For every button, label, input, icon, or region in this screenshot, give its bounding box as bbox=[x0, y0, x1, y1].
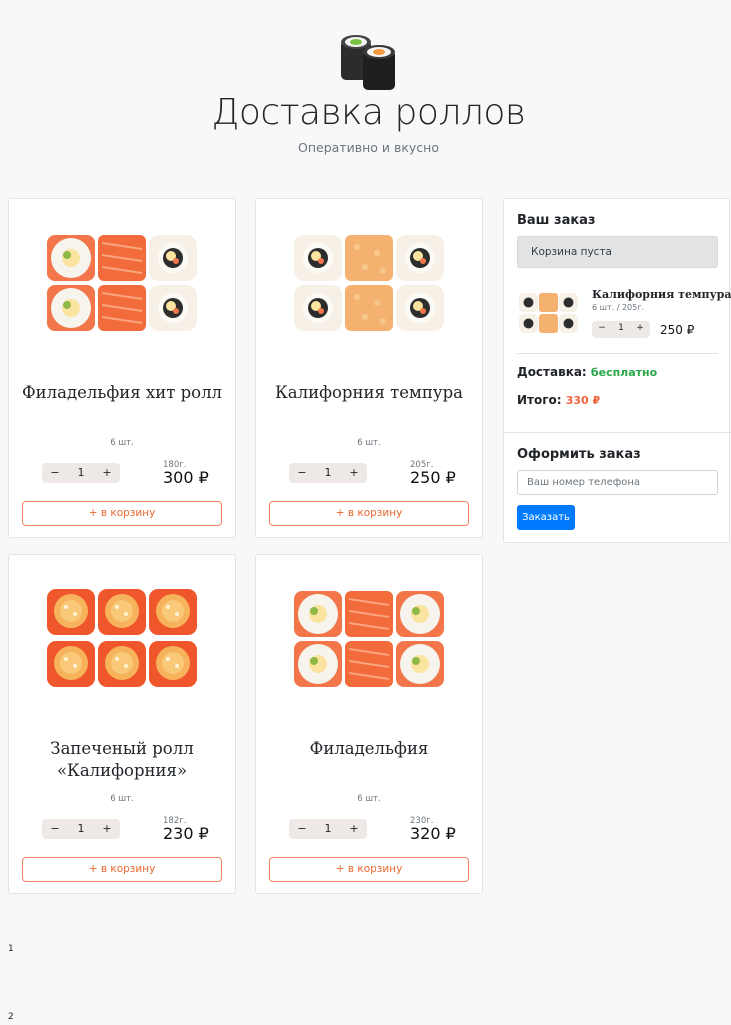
quantity-value: 1 bbox=[618, 323, 624, 333]
product-price: 230 ₽ bbox=[163, 824, 209, 843]
increment-button[interactable]: + bbox=[100, 466, 114, 479]
product-title-line2: «Калифорния» bbox=[56, 761, 188, 780]
quantity-value: 1 bbox=[324, 822, 332, 835]
phone-input[interactable]: Ваш номер телефона bbox=[517, 470, 718, 495]
product-card: Филадельфия хит ролл 6 шт. − 1 + 180г. 3… bbox=[8, 198, 236, 538]
product-pieces: 6 шт. bbox=[357, 438, 381, 448]
increment-button[interactable]: + bbox=[635, 323, 645, 333]
total-row: Итого: 330 ₽ bbox=[517, 393, 600, 407]
page-number: 1 bbox=[8, 944, 14, 954]
quantity-value: 1 bbox=[77, 466, 85, 479]
increment-button[interactable]: + bbox=[100, 822, 114, 835]
decrement-button[interactable]: − bbox=[295, 822, 309, 835]
checkout-heading: Оформить заказ bbox=[517, 447, 641, 462]
cart-item-image bbox=[519, 293, 578, 333]
cart-item-price: 250 ₽ bbox=[660, 323, 695, 337]
add-to-cart-button[interactable]: + в корзину bbox=[22, 501, 222, 526]
product-card: Запеченый ролл «Калифорния» 6 шт. − 1 + … bbox=[8, 554, 236, 894]
page-subtitle: Оперативно и вкусно bbox=[298, 140, 439, 155]
product-pieces: 6 шт. bbox=[110, 438, 134, 448]
increment-button[interactable]: + bbox=[347, 822, 361, 835]
delivery-value: бесплатно bbox=[590, 366, 658, 379]
philadelphia-image bbox=[294, 590, 444, 688]
add-to-cart-button[interactable]: + в корзину bbox=[22, 857, 222, 882]
page-number: 2 bbox=[8, 1012, 14, 1022]
cart-heading: Ваш заказ bbox=[517, 213, 596, 228]
product-pieces: 6 шт. bbox=[110, 794, 134, 804]
product-card: Калифорния темпура 6 шт. − 1 + 205г. 250… bbox=[255, 198, 483, 538]
product-title: Запеченый ролл bbox=[50, 739, 194, 758]
divider bbox=[517, 353, 718, 354]
product-title: Филадельфия bbox=[309, 739, 429, 758]
increment-button[interactable]: + bbox=[347, 466, 361, 479]
product-pieces: 6 шт. bbox=[357, 794, 381, 804]
total-label: Итого: bbox=[517, 393, 562, 407]
add-to-cart-button[interactable]: + в корзину bbox=[269, 501, 469, 526]
cart-empty-alert: Корзина пуста bbox=[517, 236, 718, 268]
total-value: 330 ₽ bbox=[565, 394, 601, 407]
product-price: 320 ₽ bbox=[410, 824, 456, 843]
quantity-stepper: − 1 + bbox=[42, 463, 120, 483]
cart-panel: Ваш заказ Корзина пуста Калифорния темпу… bbox=[503, 198, 731, 543]
add-to-cart-button[interactable]: + в корзину bbox=[269, 857, 469, 882]
page-title: Доставка роллов bbox=[211, 92, 526, 133]
product-title: Филадельфия хит ролл bbox=[21, 383, 223, 402]
decrement-button[interactable]: − bbox=[48, 466, 62, 479]
delivery-row: Доставка: бесплатно bbox=[517, 365, 657, 379]
quantity-stepper: − 1 + bbox=[42, 819, 120, 839]
baked-california-roll-image bbox=[47, 589, 197, 687]
quantity-value: 1 bbox=[77, 822, 85, 835]
sushi-rolls-logo-icon bbox=[341, 35, 395, 90]
cart-item-meta: 6 шт. / 205г. bbox=[592, 303, 644, 312]
divider bbox=[504, 432, 731, 433]
decrement-button[interactable]: − bbox=[295, 466, 309, 479]
cart-quantity-stepper: − 1 + bbox=[592, 321, 650, 338]
philadelphia-hit-roll-image bbox=[47, 234, 197, 332]
product-title: Калифорния темпура bbox=[275, 383, 463, 402]
quantity-stepper: − 1 + bbox=[289, 819, 367, 839]
product-card: Филадельфия 6 шт. − 1 + 230г. 320 ₽ + в … bbox=[255, 554, 483, 894]
submit-order-button[interactable]: Заказать bbox=[517, 505, 575, 530]
decrement-button[interactable]: − bbox=[597, 323, 607, 333]
california-tempura-image bbox=[294, 235, 444, 331]
quantity-value: 1 bbox=[324, 466, 332, 479]
product-price: 250 ₽ bbox=[410, 468, 456, 487]
quantity-stepper: − 1 + bbox=[289, 463, 367, 483]
product-price: 300 ₽ bbox=[163, 468, 209, 487]
cart-item-title: Калифорния темпура bbox=[592, 288, 731, 301]
decrement-button[interactable]: − bbox=[48, 822, 62, 835]
delivery-label: Доставка: bbox=[517, 365, 587, 379]
